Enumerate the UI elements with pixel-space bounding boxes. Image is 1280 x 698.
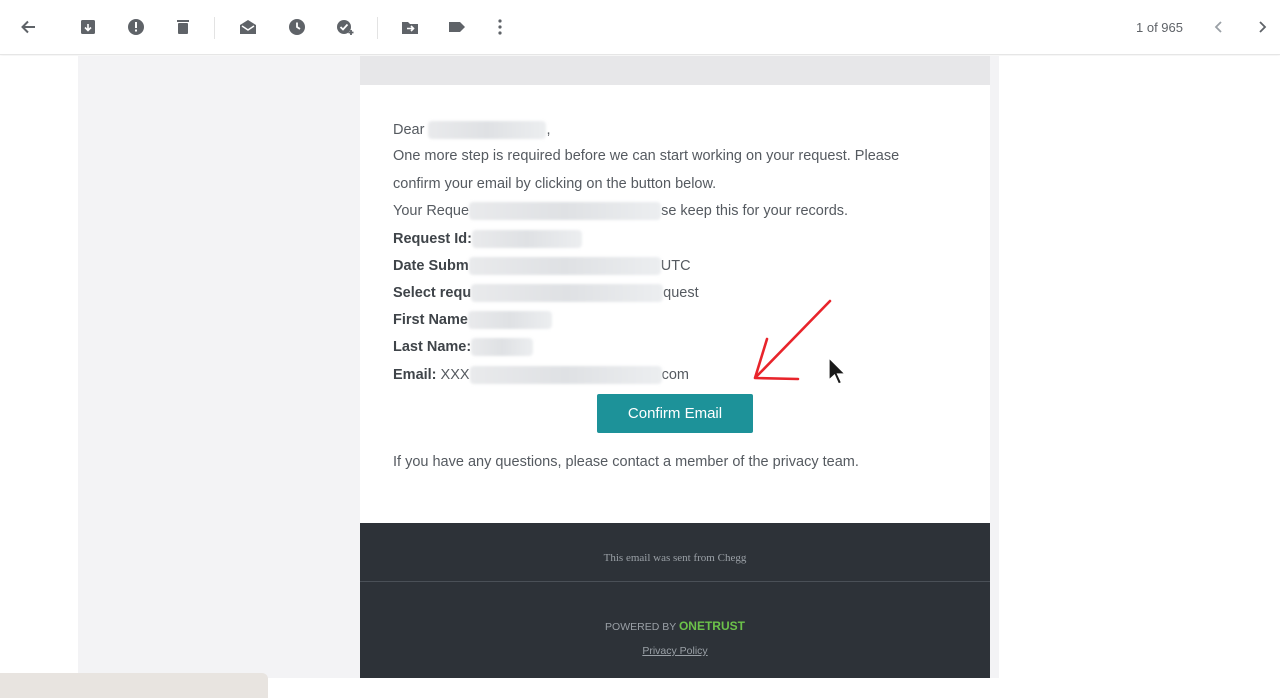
privacy-policy-link[interactable]: Privacy Policy — [360, 645, 990, 657]
first-name-line: First Name — [393, 311, 552, 329]
request-id-line: Request Id: — [393, 230, 582, 248]
redacted-request-type — [471, 284, 664, 302]
sent-from-text: This email was sent from Chegg — [603, 552, 747, 564]
pagination-count: 1 of 965 — [1136, 20, 1183, 35]
onetrust-brand: ONETRUST — [678, 619, 745, 633]
report-spam-icon[interactable] — [122, 13, 150, 41]
redacted-request-number — [469, 202, 662, 220]
more-icon[interactable] — [486, 13, 514, 41]
request-type-line: Select requ quest — [393, 284, 699, 302]
red-annotation-arrow-icon — [753, 299, 832, 381]
archive-icon[interactable] — [74, 13, 102, 41]
greeting-line: Dear , — [393, 121, 551, 139]
mark-unread-icon[interactable] — [234, 13, 262, 41]
right-pane — [999, 56, 1280, 698]
back-icon[interactable] — [14, 13, 42, 41]
snooze-icon[interactable] — [283, 13, 311, 41]
redacted-email — [469, 366, 662, 384]
powered-by-text: POWERED BY ONETRUST — [605, 619, 745, 633]
delete-icon[interactable] — [169, 13, 197, 41]
mail-toolbar: 1 of 965 — [0, 0, 1280, 55]
email-line: Email: XXX com — [393, 366, 689, 384]
date-submitted-line: Date Subm UTC — [393, 257, 691, 275]
redacted-first-name — [467, 311, 552, 329]
email-footer: This email was sent from Chegg POWERED B… — [360, 523, 990, 678]
request-number-line: Your Reque se keep this for your records. — [393, 202, 849, 220]
redacted-date — [468, 257, 661, 275]
body-paragraph-line-2: confirm your email by clicking on the bu… — [393, 176, 717, 192]
last-name-line: Last Name: — [393, 338, 534, 356]
left-pane — [0, 56, 78, 698]
newer-chevron-icon[interactable] — [1205, 13, 1233, 41]
body-paragraph-line-1: One more step is required before we can … — [393, 148, 900, 164]
email-header-band — [360, 56, 990, 85]
email-body: Dear , One more step is required before … — [360, 85, 990, 523]
move-to-icon[interactable] — [396, 13, 424, 41]
questions-line: If you have any questions, please contac… — [393, 454, 859, 470]
bottom-overlay-chip — [0, 673, 268, 698]
confirm-email-button[interactable]: Confirm Email — [597, 394, 753, 433]
footer-divider — [360, 581, 990, 582]
add-task-icon[interactable] — [331, 13, 359, 41]
redacted-last-name — [471, 338, 534, 356]
mouse-cursor-icon — [828, 356, 847, 385]
redacted-name — [428, 121, 547, 139]
label-icon[interactable] — [443, 13, 471, 41]
older-chevron-icon[interactable] — [1248, 13, 1276, 41]
redacted-request-id — [471, 230, 582, 248]
